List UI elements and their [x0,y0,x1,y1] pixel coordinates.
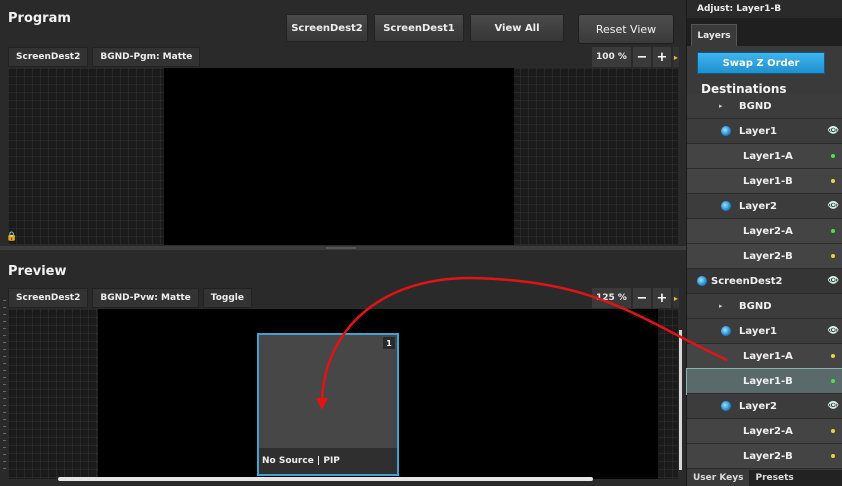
layer-row-label: Layer2-A [743,425,793,437]
tab-screendest1[interactable]: ScreenDest1 [374,14,464,42]
layer-row[interactable]: ScreenDest2 👁 [687,269,842,294]
layer-row-label: Layer2 [739,200,778,212]
program-zoom-controls: 100 % − + ▸ [592,47,679,67]
preview-zoom-out-button[interactable]: − [632,288,651,308]
layer-orb-icon[interactable] [721,126,731,136]
layer-row[interactable]: Layer1-B [687,169,842,194]
splitter[interactable] [0,246,686,250]
expand-arrow-icon[interactable]: ▸ [719,102,723,110]
layer-row-label: Layer1-B [743,375,793,387]
preview-background-chip[interactable]: BGND-Pvw: Matte [92,288,199,308]
preview-expand-icon[interactable]: ▸ [672,288,679,308]
swap-z-order-button[interactable]: Swap Z Order [697,52,825,74]
layer-row-label: ScreenDest2 [711,275,783,287]
preview-zoom-controls: 125 % − + ▸ [592,288,679,308]
layer-row-label: Layer1-A [743,350,793,362]
status-dot-icon [831,354,835,358]
pip-layer-window[interactable]: 1 No Source | PIP [257,333,399,476]
program-expand-icon[interactable]: ▸ [672,47,679,67]
tab-user-keys[interactable]: User Keys [687,470,750,486]
program-zoom-out-button[interactable]: − [632,47,651,67]
visibility-icon[interactable]: 👁 [828,126,839,136]
preview-ruler [3,300,6,470]
layer-row-label: Layer1 [739,325,778,337]
layer-row-label: Layer1 [739,125,778,137]
toggle-button[interactable]: Toggle [202,288,252,308]
splitter-handle[interactable] [326,247,356,249]
layer-row-label: Layer2-B [743,250,793,262]
bottom-tabs: User Keys Presets [687,470,842,486]
canvas-area: Program ScreenDest2 ScreenDest1 View All… [0,0,686,486]
layer-row-label: BGND [739,300,772,312]
status-dot-icon [831,379,835,383]
status-dot-icon [831,179,835,183]
program-background-chip[interactable]: BGND-Pgm: Matte [92,47,201,67]
layer-row-label: Layer2-A [743,225,793,237]
program-zoom-value: 100 % [592,47,631,67]
layer-row-label: Layer2 [739,400,778,412]
layer-row[interactable]: Layer2-B [687,244,842,269]
status-dot-icon [831,454,835,458]
preview-zoom-in-button[interactable]: + [652,288,671,308]
tab-screendest2[interactable]: ScreenDest2 [286,14,368,42]
preview-subbar: ScreenDest2 BGND-Pvw: Matte Toggle [8,288,252,308]
screen-tabs: ScreenDest2 ScreenDest1 View All [286,14,564,42]
visibility-icon[interactable]: 👁 [828,276,839,286]
expand-arrow-icon[interactable]: ▸ [719,302,723,310]
layer-orb-icon[interactable] [721,401,731,411]
layer-row[interactable]: Layer1 👁 [687,319,842,344]
layer-row[interactable]: Layer2-A [687,419,842,444]
adjust-header: Adjust: Layer1-B [687,0,842,18]
visibility-icon[interactable]: 👁 [828,201,839,211]
tab-view-all[interactable]: View All [470,14,564,42]
program-subbar: ScreenDest2 BGND-Pgm: Matte [8,47,201,67]
pip-layer-number: 1 [383,337,395,349]
layer-row-label: Layer1-A [743,150,793,162]
reset-view-button[interactable]: Reset View [578,14,674,44]
program-zoom-in-button[interactable]: + [652,47,671,67]
tab-layers[interactable]: Layers [691,24,737,46]
horizontal-scrollbar[interactable] [58,477,593,481]
lock-icon: 🔒 [6,232,18,242]
tab-presets[interactable]: Presets [749,470,799,486]
pip-layer-label: No Source | PIP [259,448,397,474]
layer-orb-icon[interactable] [721,201,731,211]
layer-orb-icon[interactable] [721,326,731,336]
status-dot-icon [831,229,835,233]
layer-row[interactable]: Layer2-A [687,219,842,244]
layer-row[interactable]: Layer1-A [687,344,842,369]
layer-row-label: BGND [739,100,772,112]
layer-row[interactable]: Layer2 👁 [687,194,842,219]
status-dot-icon [831,429,835,433]
program-canvas[interactable] [8,68,678,245]
layer-row[interactable]: Layer1 👁 [687,119,842,144]
preview-title: Preview [8,264,67,279]
preview-destination-chip[interactable]: ScreenDest2 [8,288,89,308]
preview-zoom-value: 125 % [592,288,631,308]
layer-row[interactable]: Layer2 👁 [687,394,842,419]
layer-row[interactable]: Layer1-B [686,368,842,395]
visibility-icon[interactable]: 👁 [828,326,839,336]
vertical-scrollbar[interactable] [679,330,682,470]
status-dot-icon [831,154,835,158]
visibility-icon[interactable]: 👁 [828,401,839,411]
layer-row-label: Layer1-B [743,175,793,187]
status-dot-icon [831,254,835,258]
layer-row[interactable]: Layer2-B [687,444,842,469]
program-title: Program [8,11,71,26]
layer-orb-icon[interactable] [697,276,707,286]
adjust-panel: Adjust: Layer1-B Layers Swap Z Order Des… [686,0,842,486]
layer-row-label: Layer2-B [743,450,793,462]
destinations-list: ▸ BGND Layer1 👁 Layer1-A Layer1-B Layer2 👁 Layer… [686,94,842,469]
program-destination-chip[interactable]: ScreenDest2 [8,47,89,67]
program-screen-area [164,68,514,245]
layer-row[interactable]: ▸ BGND [687,294,842,319]
layer-row[interactable]: ▸ BGND [687,94,842,119]
layer-row[interactable]: Layer1-A [687,144,842,169]
